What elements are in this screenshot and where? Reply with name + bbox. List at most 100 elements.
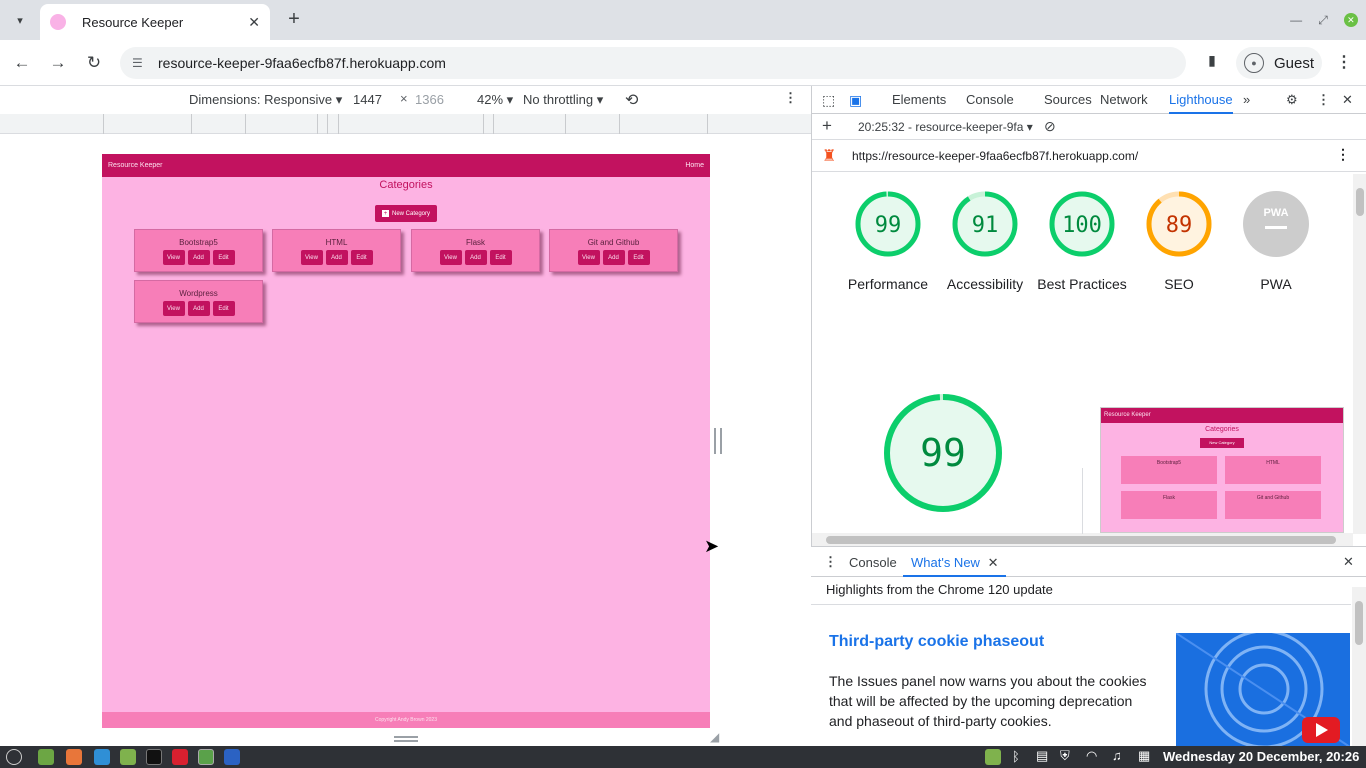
zoom-select[interactable]: 42% ▾ <box>477 92 513 108</box>
close-devtools-icon[interactable]: ✕ <box>1342 92 1353 108</box>
drawer-scrollbar[interactable] <box>1352 587 1366 747</box>
view-button[interactable]: View <box>439 250 462 265</box>
device-toggle-icon[interactable]: ▣ <box>849 92 862 109</box>
score-gauge[interactable]: 89 <box>1146 191 1212 257</box>
reload-icon[interactable]: ↻ <box>83 52 105 74</box>
dimensions-select[interactable]: Dimensions: Responsive ▾ <box>189 92 342 108</box>
height-input[interactable]: 1366 <box>415 92 444 107</box>
settings-icon[interactable]: ⚙ <box>1286 92 1298 108</box>
device-toolbar-menu-icon[interactable]: ⋮ <box>784 90 797 106</box>
files-icon[interactable] <box>38 749 54 765</box>
minimize-icon[interactable]: — <box>1290 13 1302 27</box>
edit-button[interactable]: Edit <box>212 301 235 316</box>
report-horizontal-scrollbar[interactable] <box>812 533 1353 547</box>
score-gauge[interactable]: PWA <box>1243 191 1309 257</box>
nav-home-link[interactable]: Home <box>685 162 704 169</box>
firefox-icon[interactable] <box>66 749 82 765</box>
add-button[interactable]: Add <box>602 250 625 265</box>
calendar-icon[interactable]: ▦ <box>1138 748 1150 764</box>
score-gauge[interactable]: 100 <box>1049 191 1115 257</box>
edit-button[interactable]: Edit <box>212 250 235 265</box>
add-button[interactable]: Add <box>325 250 348 265</box>
folder-icon[interactable] <box>120 749 136 765</box>
browser-toolbar: ← → ↻ ☰ resource-keeper-9faa6ecfb87f.her… <box>0 40 1366 86</box>
clipboard-icon[interactable]: ▤ <box>1036 748 1048 764</box>
report-menu-icon[interactable]: ⋮ <box>1336 146 1350 163</box>
thumb-new-category: New Category <box>1200 438 1244 448</box>
add-button[interactable]: Add <box>187 250 210 265</box>
more-tabs-icon[interactable]: » <box>1243 92 1250 107</box>
page-screenshot-thumbnail[interactable]: Resource Keeper Categories New Category … <box>1100 407 1344 533</box>
edit-button[interactable]: Edit <box>489 250 512 265</box>
tab-sources[interactable]: Sources <box>1044 92 1092 107</box>
new-tab-button[interactable]: + <box>282 8 306 32</box>
maximize-icon[interactable]: ⤢ <box>1318 13 1328 28</box>
sound-icon[interactable]: ♫ <box>1112 748 1122 763</box>
side-panel-icon[interactable]: ▮ <box>1202 52 1222 72</box>
divider <box>811 604 1351 605</box>
bluetooth-icon[interactable]: ᛒ <box>1012 749 1020 764</box>
close-tab-icon[interactable]: ✕ <box>248 14 260 31</box>
view-button[interactable]: View <box>162 250 185 265</box>
width-input[interactable]: 1447 <box>353 92 382 107</box>
opera-icon[interactable] <box>172 749 188 765</box>
devtools-menu-icon[interactable]: ⋮ <box>1317 92 1330 108</box>
add-button[interactable]: Add <box>464 250 487 265</box>
view-button[interactable]: View <box>577 250 600 265</box>
throttling-select[interactable]: No throttling ▾ <box>523 92 603 108</box>
close-drawer-icon[interactable]: ✕ <box>1343 554 1354 570</box>
profile-button[interactable]: ● Guest <box>1236 47 1322 79</box>
shield-icon[interactable]: ⛨ <box>1060 748 1070 764</box>
tab-network[interactable]: Network <box>1100 92 1148 107</box>
corner-resize-handle[interactable]: ◢ <box>710 730 726 746</box>
rotate-icon[interactable]: ⟲ <box>625 90 638 110</box>
vscode-icon[interactable] <box>94 749 110 765</box>
score-gauge[interactable]: 99 <box>855 191 921 257</box>
score-gauge[interactable]: 91 <box>952 191 1018 257</box>
lighthouse-toolbar: + 20:25:32 - resource-keeper-9fa ▾ ⊘ <box>812 114 1366 140</box>
browser-tab[interactable]: Resource Keeper ✕ <box>40 4 270 40</box>
wifi-icon[interactable]: ◠ <box>1086 748 1097 764</box>
report-select[interactable]: 20:25:32 - resource-keeper-9fa ▾ <box>858 120 1033 134</box>
tray-folder-icon[interactable] <box>985 749 1001 765</box>
clock[interactable]: Wednesday 20 December, 20:26 <box>1163 749 1359 764</box>
address-bar[interactable]: ☰ resource-keeper-9faa6ecfb87f.herokuapp… <box>120 47 1186 79</box>
tab-lighthouse[interactable]: Lighthouse <box>1169 92 1233 114</box>
new-category-button[interactable]: + New Category <box>375 205 437 222</box>
edit-button[interactable]: Edit <box>627 250 650 265</box>
inspect-element-icon[interactable]: ⬚ <box>822 92 835 109</box>
tab-search-icon[interactable]: ▾ <box>8 8 32 32</box>
device-toolbar: Dimensions: Responsive ▾ 1447 × 1366 42%… <box>0 86 811 114</box>
tab-console[interactable]: Console <box>966 92 1014 107</box>
site-info-icon[interactable]: ☰ <box>132 56 148 70</box>
drawer-tab-console[interactable]: Console <box>849 555 897 570</box>
bottom-resize-handle[interactable] <box>394 736 418 742</box>
site-brand[interactable]: Resource Keeper <box>108 162 162 169</box>
terminal-icon[interactable] <box>146 749 162 765</box>
view-button[interactable]: View <box>300 250 323 265</box>
app-icon[interactable] <box>198 749 214 765</box>
new-report-icon[interactable]: + <box>822 116 832 136</box>
report-vertical-scrollbar[interactable] <box>1353 174 1366 534</box>
drawer-tab-whats-new[interactable]: What's New ✕ <box>903 547 1007 577</box>
report-url[interactable]: https://resource-keeper-9faa6ecfb87f.her… <box>852 149 1138 163</box>
category-name: Flask <box>465 238 486 247</box>
view-button[interactable]: View <box>162 301 185 316</box>
close-tab-icon[interactable]: ✕ <box>988 555 999 570</box>
menu-icon[interactable] <box>6 749 22 765</box>
clear-reports-icon[interactable]: ⊘ <box>1044 118 1056 135</box>
back-icon[interactable]: ← <box>11 52 33 74</box>
drawer-menu-icon[interactable]: ⋮ <box>824 554 837 570</box>
emulated-page: Resource Keeper Home Categories + New Ca… <box>102 154 710 728</box>
add-button[interactable]: Add <box>187 301 210 316</box>
close-window-icon[interactable]: ✕ <box>1343 13 1358 27</box>
forward-icon[interactable]: → <box>47 52 69 74</box>
bluetooth-app-icon[interactable] <box>224 749 240 765</box>
video-thumbnail[interactable] <box>1176 633 1350 747</box>
browser-menu-icon[interactable]: ⋮ <box>1334 52 1354 74</box>
right-resize-handle[interactable] <box>714 428 722 454</box>
whats-new-headline[interactable]: Third-party cookie phaseout <box>829 633 1044 651</box>
media-query-ruler[interactable] <box>0 114 811 134</box>
tab-elements[interactable]: Elements <box>892 92 946 107</box>
edit-button[interactable]: Edit <box>350 250 373 265</box>
